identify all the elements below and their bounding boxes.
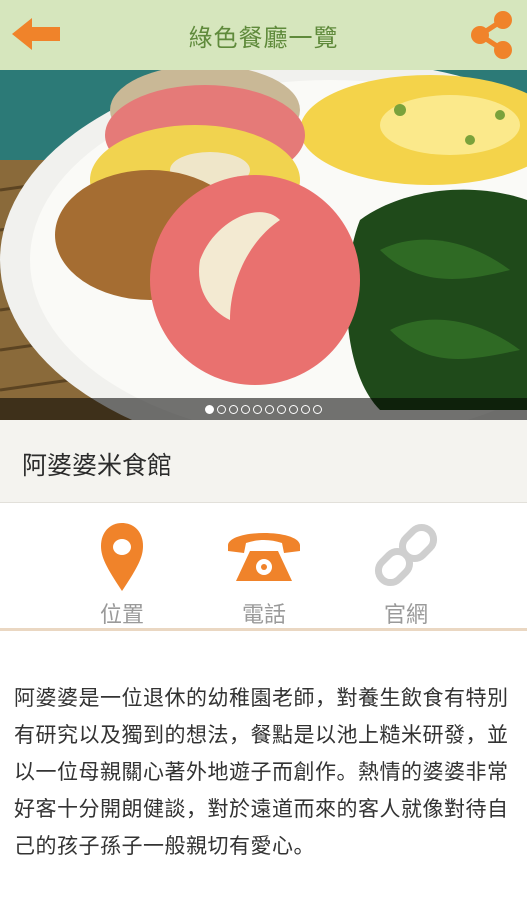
carousel-page-dot[interactable] bbox=[277, 404, 286, 414]
share-button[interactable] bbox=[469, 10, 515, 60]
back-button[interactable] bbox=[10, 14, 64, 54]
arrow-left-icon bbox=[12, 18, 60, 50]
carousel-pager[interactable] bbox=[0, 398, 527, 420]
restaurant-name: 阿婆婆米食館 bbox=[22, 451, 173, 480]
location-label: 位置 bbox=[99, 603, 144, 628]
food-photo bbox=[0, 70, 527, 420]
carousel-page-dot[interactable] bbox=[265, 404, 274, 414]
action-bar: 位置 電話 官網 bbox=[0, 503, 527, 631]
carousel-page-dot[interactable] bbox=[217, 404, 226, 414]
photo-carousel[interactable] bbox=[0, 70, 527, 420]
location-button[interactable]: 位置 bbox=[62, 517, 182, 628]
carousel-page-dot[interactable] bbox=[241, 404, 250, 414]
telephone-icon bbox=[228, 533, 300, 581]
carousel-page-dot[interactable] bbox=[313, 404, 322, 414]
carousel-page-dot[interactable] bbox=[205, 404, 214, 414]
carousel-page-dot[interactable] bbox=[253, 404, 262, 414]
link-icon bbox=[374, 523, 438, 587]
carousel-page-dot[interactable] bbox=[289, 404, 298, 414]
app-header: 綠色餐廳一覽 bbox=[0, 0, 527, 70]
phone-button[interactable]: 電話 bbox=[204, 517, 324, 628]
website-button[interactable]: 官網 bbox=[346, 517, 466, 628]
page-title: 綠色餐廳一覽 bbox=[188, 23, 339, 52]
carousel-page-dot[interactable] bbox=[301, 404, 310, 414]
phone-label: 電話 bbox=[241, 603, 286, 628]
restaurant-description: 阿婆婆是一位退休的幼稚園老師，對養生飲食有特別有研究以及獨到的想法，餐點是以池上… bbox=[14, 686, 509, 858]
website-label: 官網 bbox=[383, 603, 428, 628]
share-icon bbox=[471, 11, 512, 59]
restaurant-name-bar: 阿婆婆米食館 bbox=[0, 420, 527, 503]
map-pin-icon bbox=[101, 523, 143, 591]
carousel-page-dot[interactable] bbox=[229, 404, 238, 414]
